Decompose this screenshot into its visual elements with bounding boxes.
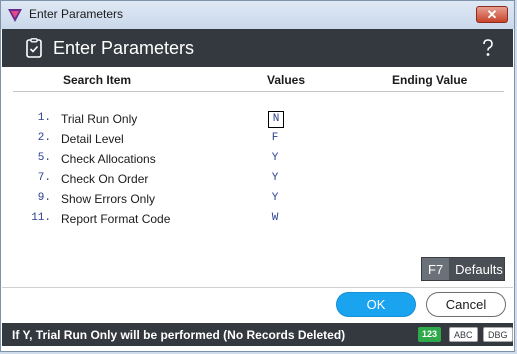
f7-key-label: F7 bbox=[422, 258, 450, 280]
parameter-row[interactable]: 11. Report Format Code W bbox=[1, 211, 514, 228]
parameter-row[interactable]: 9. Show Errors Only Y bbox=[1, 191, 514, 208]
help-icon[interactable] bbox=[477, 37, 499, 59]
parameter-row[interactable]: 2. Detail Level F bbox=[1, 131, 514, 148]
defaults-button[interactable]: F7 Defaults bbox=[421, 257, 505, 281]
dialog-header: Enter Parameters bbox=[2, 29, 513, 67]
row-number: 9. bbox=[37, 192, 51, 204]
row-value-input[interactable]: N bbox=[268, 111, 284, 128]
row-value[interactable]: Y bbox=[268, 152, 282, 164]
column-header-search-item: Search Item bbox=[63, 73, 132, 87]
row-label: Detail Level bbox=[61, 132, 124, 146]
row-value[interactable]: Y bbox=[268, 172, 282, 184]
status-message: If Y, Trial Run Only will be performed (… bbox=[12, 328, 346, 342]
parameters-dialog: Enter Parameters ✕ Enter Parameters Sear… bbox=[0, 0, 515, 352]
column-header-ending-value: Ending Value bbox=[392, 73, 468, 87]
title-bar: Enter Parameters ✕ bbox=[1, 1, 514, 29]
page-title: Enter Parameters bbox=[53, 38, 195, 58]
row-number: 11. bbox=[31, 212, 51, 224]
parameter-row[interactable]: 1. Trial Run Only N bbox=[1, 111, 514, 128]
footer-divider bbox=[2, 287, 513, 288]
row-label: Show Errors Only bbox=[61, 192, 156, 206]
row-value[interactable]: Y bbox=[268, 192, 282, 204]
parameter-row[interactable]: 7. Check On Order Y bbox=[1, 171, 514, 188]
header-divider bbox=[13, 91, 504, 92]
ok-button[interactable]: OK bbox=[336, 292, 416, 317]
row-label: Trial Run Only bbox=[61, 112, 138, 126]
row-label: Report Format Code bbox=[61, 212, 171, 226]
row-label: Check Allocations bbox=[61, 152, 156, 166]
cancel-button[interactable]: Cancel bbox=[426, 292, 506, 317]
numeric-mode-badge[interactable]: 123 bbox=[418, 327, 442, 342]
parameter-row[interactable]: 5. Check Allocations Y bbox=[1, 151, 514, 168]
window-title: Enter Parameters bbox=[29, 7, 124, 21]
debug-mode-badge[interactable]: DBG bbox=[483, 327, 513, 342]
defaults-label: Defaults bbox=[455, 261, 503, 277]
row-number: 2. bbox=[37, 132, 51, 144]
checklist-icon bbox=[26, 38, 42, 58]
row-number: 7. bbox=[37, 172, 51, 184]
row-value[interactable]: F bbox=[268, 132, 282, 144]
column-header-values: Values bbox=[267, 73, 306, 87]
row-number: 1. bbox=[37, 112, 51, 124]
caps-mode-badge[interactable]: ABC bbox=[449, 327, 478, 342]
row-number: 5. bbox=[37, 152, 51, 164]
app-logo-icon bbox=[8, 9, 22, 22]
row-label: Check On Order bbox=[61, 172, 149, 186]
status-bar: If Y, Trial Run Only will be performed (… bbox=[2, 323, 513, 346]
close-icon: ✕ bbox=[486, 7, 498, 22]
row-value[interactable]: W bbox=[268, 212, 282, 224]
close-button[interactable]: ✕ bbox=[476, 6, 508, 23]
